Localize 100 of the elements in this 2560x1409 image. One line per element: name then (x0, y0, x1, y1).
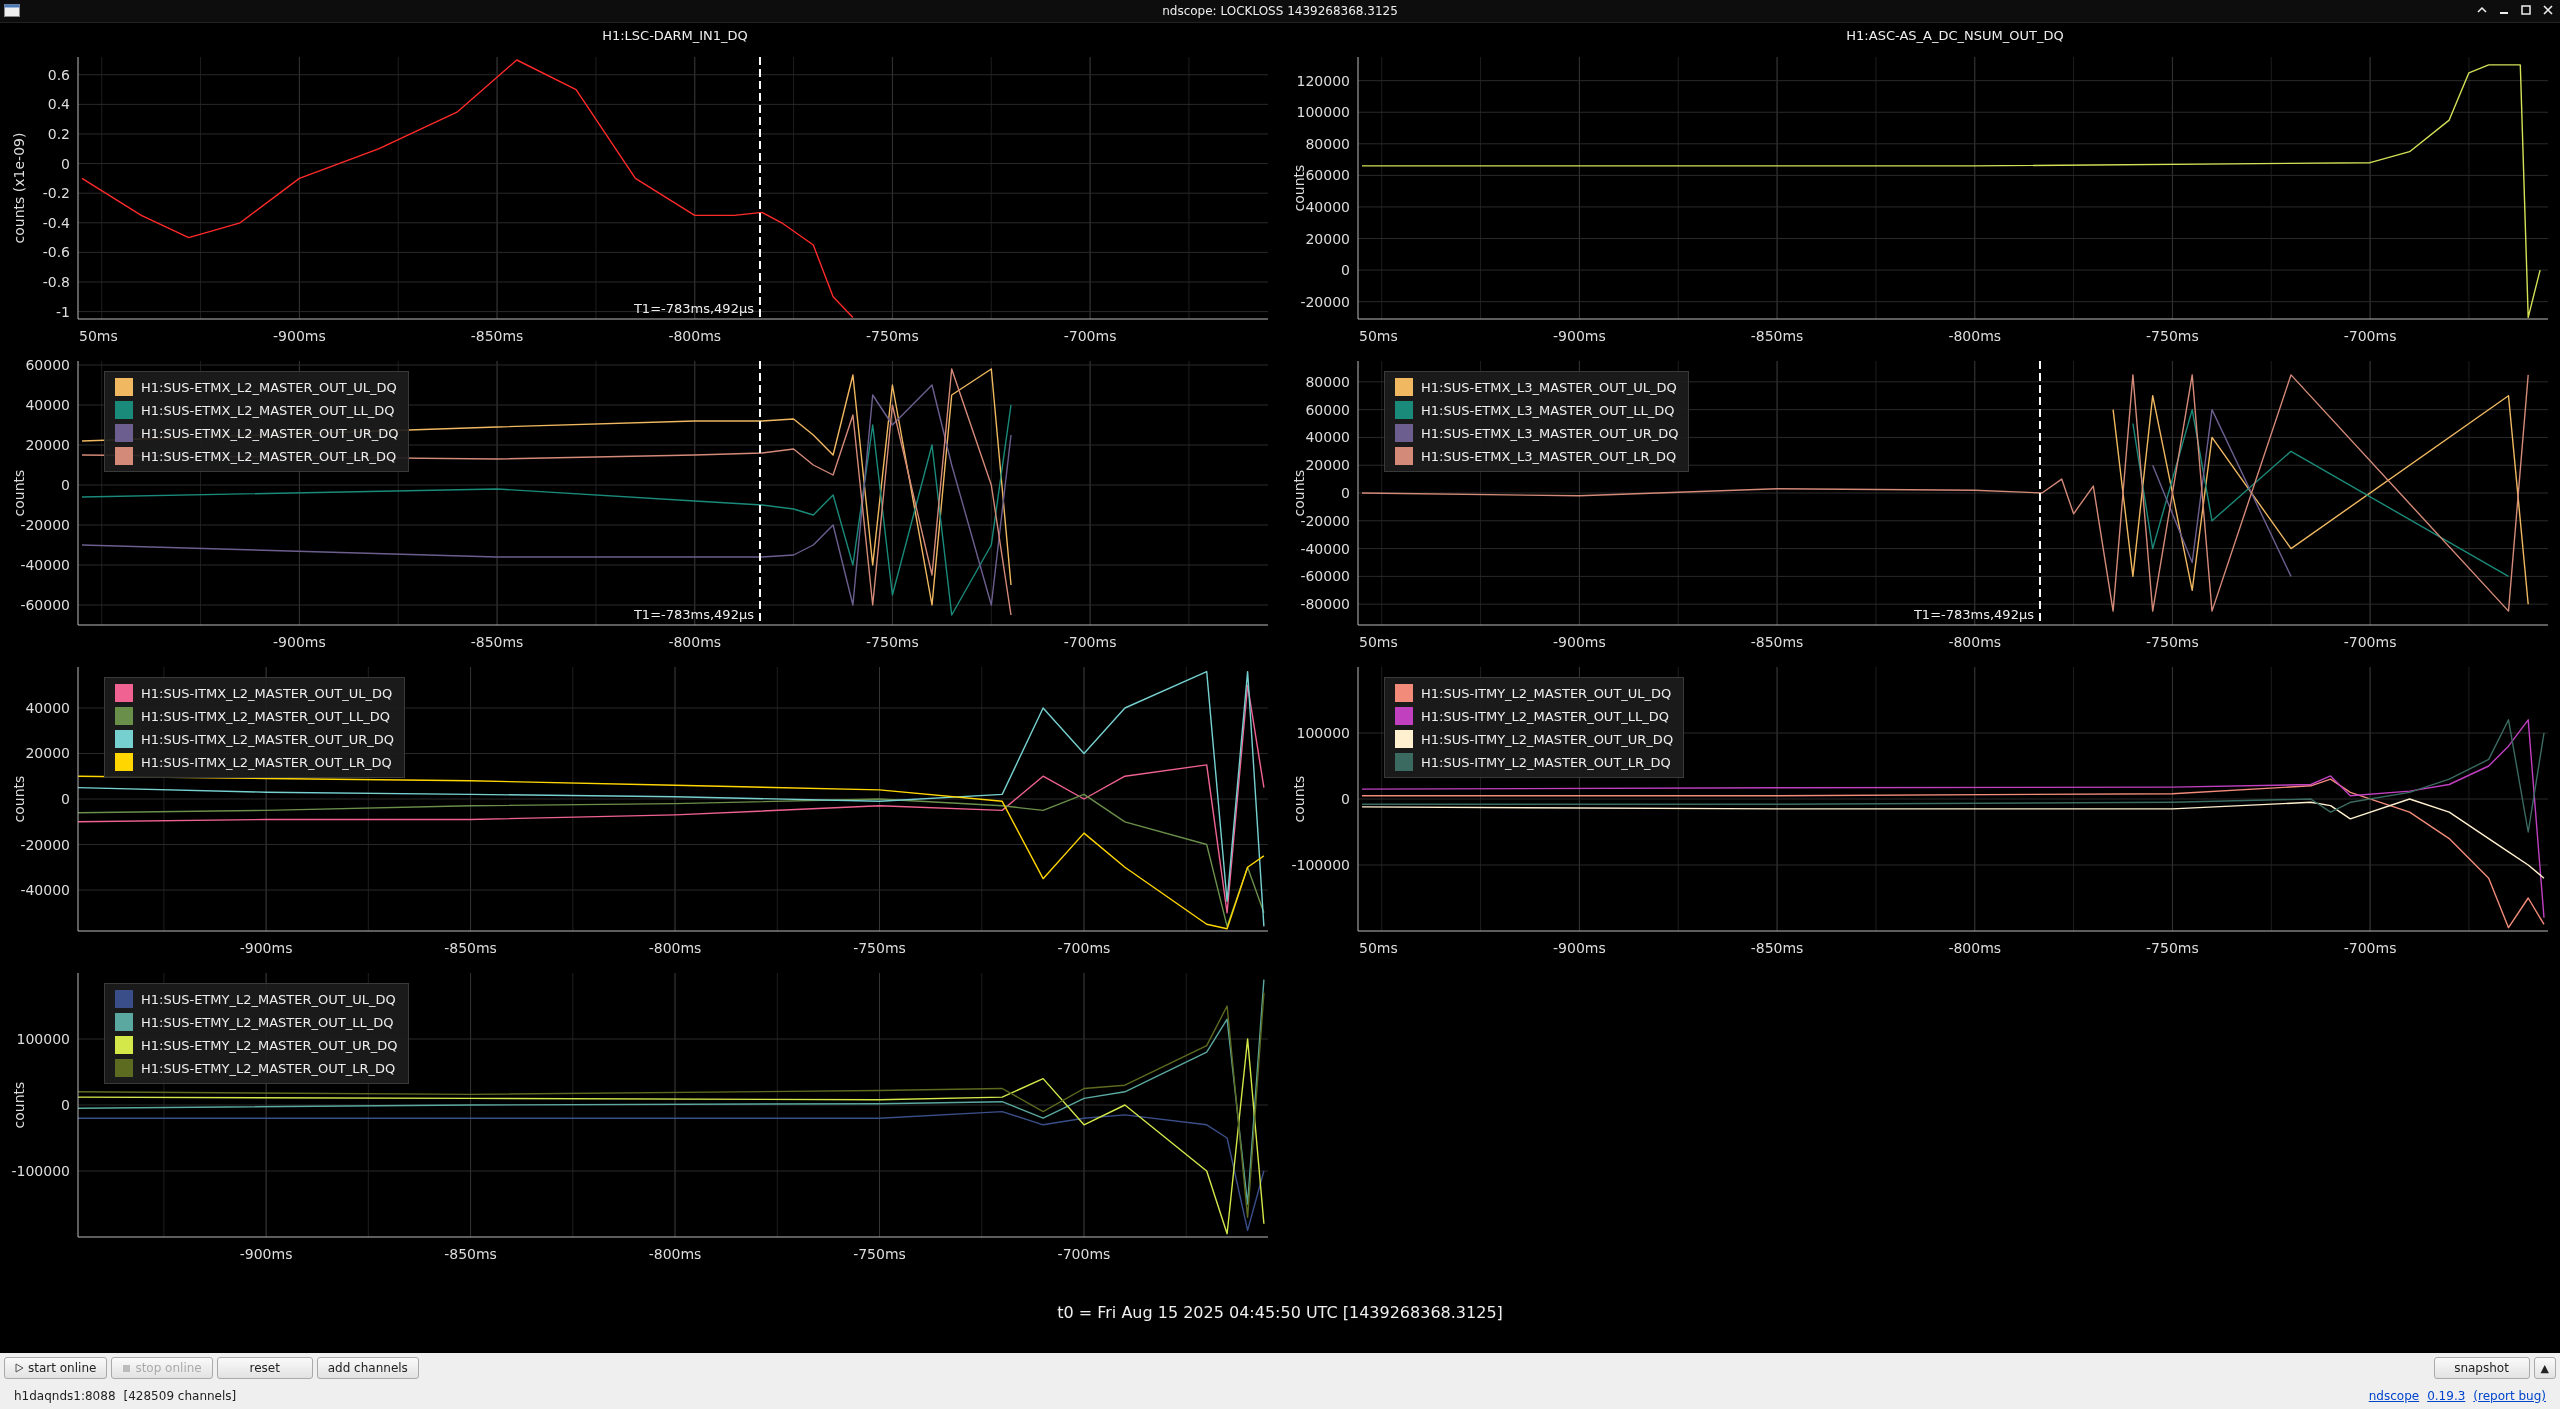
version-link[interactable]: 0.19.3 (2427, 1389, 2466, 1403)
axis-tick-label: 20000 (25, 437, 70, 453)
axis-tick-label: -850ms (1750, 634, 1804, 650)
legend-label: H1:SUS-ETMY_L2_MASTER_OUT_LR_DQ (141, 1060, 396, 1076)
server-label: h1daqnds1:8088 (14, 1389, 116, 1403)
axis-tick-label: -900ms (1553, 940, 1606, 956)
time-origin-label: t0 = Fri Aug 15 2025 04:45:50 UTC [1439268368.3125] (1057, 1302, 1503, 1322)
app-link[interactable]: ndscope (2368, 1389, 2420, 1403)
report-bug-link[interactable]: (report bug) (2473, 1389, 2546, 1403)
legend-label: H1:SUS-ETMY_L2_MASTER_OUT_UL_DQ (141, 991, 396, 1007)
legend-label: H1:SUS-ETMX_L2_MASTER_OUT_UR_DQ (141, 425, 399, 441)
axis-tick-label: -40000 (20, 557, 70, 573)
axis-tick-label: 100000 (16, 1031, 70, 1047)
axis-tick-label: -900ms (273, 328, 326, 344)
axis-tick-label: -0.8 (42, 274, 70, 290)
axis-tick-label: -750ms (2146, 940, 2199, 956)
axis-tick-label: 20000 (1305, 230, 1350, 247)
axis-tick-label: -750ms (866, 634, 919, 650)
axis-tick-label: 50ms (79, 328, 118, 344)
axis-title: counts (x1e-09) (11, 132, 27, 244)
axis-tick-label: -750ms (853, 1246, 906, 1262)
axis-title: counts (1291, 469, 1307, 517)
legend-label: H1:SUS-ETMX_L2_MASTER_OUT_UL_DQ (141, 379, 397, 395)
plot-title: H1:ASC-AS_A_DC_NSUM_OUT_DQ (1845, 27, 2065, 45)
axis-tick-label: 0 (1341, 485, 1350, 501)
axis-tick-label: -40000 (1300, 540, 1350, 557)
axis-tick-label: 0 (1341, 791, 1350, 807)
axis-tick-label: -700ms (1057, 1246, 1111, 1262)
axis-title: counts (11, 469, 27, 517)
axis-tick-label: -750ms (866, 328, 919, 344)
axis-tick-label: 0.4 (47, 96, 70, 113)
toolbar-button[interactable]: add channels (316, 1357, 419, 1379)
axis-tick-label: 60000 (25, 357, 70, 373)
axis-tick-label: 50ms (1359, 634, 1398, 650)
axis-tick-label: 40000 (1305, 429, 1350, 446)
expand-button[interactable]: ▲ (2533, 1357, 2556, 1379)
axis-tick-label: -700ms (2343, 940, 2397, 956)
axis-tick-label: -700ms (1063, 634, 1117, 650)
cursor-label: T1=-783ms,492μs (1913, 607, 2034, 622)
close-icon[interactable] (2542, 4, 2554, 16)
axis-tick-label: 120000 (1296, 72, 1350, 89)
stop-icon (122, 1363, 132, 1373)
legend-label: H1:SUS-ITMX_L2_MASTER_OUT_LL_DQ (141, 708, 390, 724)
axis-tick-label: -40000 (20, 882, 70, 899)
axis-tick-label: 40000 (25, 397, 70, 413)
axis-tick-label: -800ms (648, 940, 702, 956)
axis-tick-label: -60000 (1300, 568, 1350, 585)
axis-tick-label: 20000 (1305, 457, 1350, 474)
legend-label: H1:SUS-ETMX_L2_MASTER_OUT_LL_DQ (141, 402, 395, 418)
toolbar-button[interactable]: start online (4, 1357, 108, 1379)
play-icon (15, 1363, 24, 1373)
axis-tick-label: 0 (1341, 262, 1350, 279)
cursor-label: T1=-783ms,492μs (633, 301, 754, 316)
maximize-icon[interactable] (2520, 4, 2532, 16)
axis-title: counts (11, 1081, 27, 1129)
axis-tick-label: 0 (61, 477, 70, 493)
axis-tick-label: -800ms (1948, 328, 2002, 344)
axis-tick-label: -850ms (1750, 940, 1804, 956)
axis-title: counts (11, 775, 27, 823)
axis-tick-label: -850ms (444, 940, 497, 956)
axis-tick-label: -100000 (1291, 857, 1350, 873)
axis-tick-label: -700ms (2343, 328, 2397, 344)
window-title: ndscope: LOCKLOSS 1439268368.3125 (1162, 4, 1398, 18)
axis-tick-label: -850ms (470, 634, 524, 650)
axis-tick-label: -750ms (2146, 328, 2199, 344)
cursor-line[interactable] (759, 56, 761, 320)
axis-tick-label: 80000 (1305, 135, 1350, 152)
axis-tick-label: -800ms (668, 634, 722, 650)
axis-tick-label: -750ms (2146, 634, 2199, 650)
legend-label: H1:SUS-ETMX_L3_MASTER_OUT_UR_DQ (1421, 425, 1679, 441)
legend-label: H1:SUS-ITMX_L2_MASTER_OUT_UR_DQ (141, 731, 395, 747)
axis-tick-label: 100000 (1296, 104, 1350, 121)
axis-tick-label: -60000 (20, 597, 70, 613)
axis-tick-label: -900ms (239, 940, 293, 956)
axis-tick-label: -750ms (853, 940, 906, 956)
axis-title: counts (1291, 164, 1307, 212)
legend-label: H1:SUS-ITMY_L2_MASTER_OUT_LL_DQ (1421, 708, 1670, 724)
axis-tick-label: 0.2 (47, 125, 70, 142)
plot-title: H1:LSC-DARM_IN1_DQ (601, 27, 749, 45)
axis-tick-label: -0.4 (42, 214, 70, 231)
axis-tick-label: 80000 (1305, 373, 1350, 390)
axis-tick-label: 0.6 (47, 66, 70, 83)
axis-tick-label: 60000 (1305, 167, 1350, 184)
legend-label: H1:SUS-ITMX_L2_MASTER_OUT_LR_DQ (141, 754, 392, 770)
axis-tick-label: -1 (56, 303, 70, 320)
axis-tick-label: 40000 (1305, 198, 1350, 215)
axis-tick-label: -850ms (470, 328, 524, 344)
legend-label: H1:SUS-ETMX_L3_MASTER_OUT_UL_DQ (1421, 379, 1677, 395)
legend-label: H1:SUS-ETMY_L2_MASTER_OUT_UR_DQ (141, 1037, 398, 1053)
toolbar-button[interactable]: reset (216, 1357, 313, 1379)
snapshot-button[interactable]: snapshot (2433, 1357, 2530, 1379)
window-icon (4, 4, 20, 17)
axis-tick-label: -20000 (20, 836, 70, 853)
axis-tick-label: 40000 (25, 699, 70, 716)
axis-tick-label: 0 (61, 155, 70, 172)
axis-tick-label: -20000 (20, 517, 70, 533)
axis-tick-label: -0.2 (42, 185, 70, 202)
axis-tick-label: 0 (61, 1097, 70, 1113)
axis-title: counts (1291, 775, 1307, 823)
axis-tick-label: -850ms (1750, 328, 1804, 344)
